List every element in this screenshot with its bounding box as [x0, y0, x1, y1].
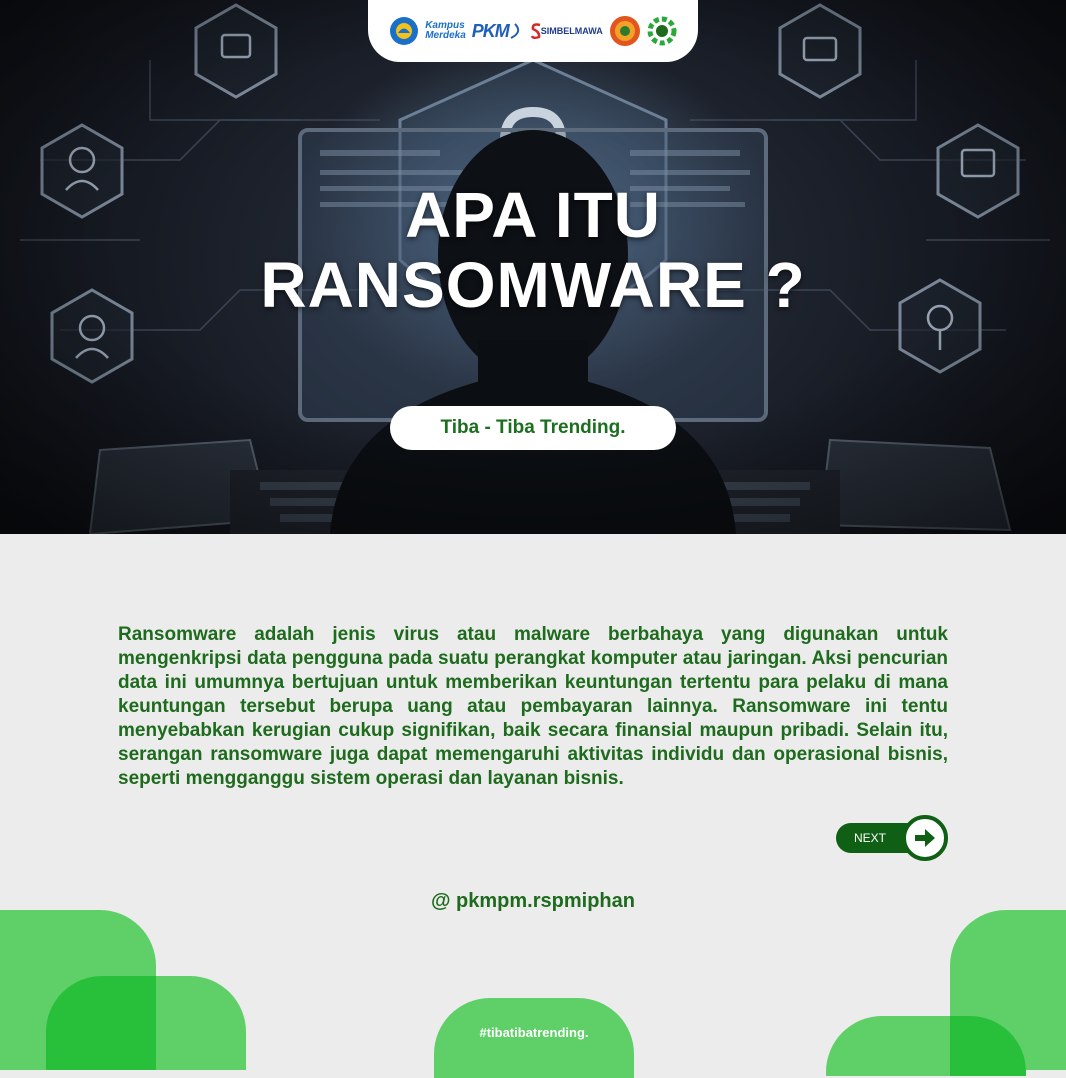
title-line-1: APA ITU [405, 179, 661, 251]
tut-wuri-handayani-icon [389, 16, 419, 46]
kampus-merdeka-text-2: Merdeka [425, 30, 466, 41]
tagline-text: Tiba - Tiba Trending. [440, 417, 626, 438]
pkm-logo: PKM [472, 21, 525, 42]
pkm-swirl-icon [510, 23, 519, 39]
simbelmawa-text: SIMBELMAWA [540, 26, 603, 36]
social-handle: @ pkmpm.rspmiphan [431, 890, 635, 912]
partner-logo-bar: Kampus Merdeka PKM SIMBELMAWA [368, 0, 698, 62]
pkm-logo-text: PKM [471, 20, 510, 41]
description-paragraph: Ransomware adalah jenis virus atau malwa… [118, 624, 948, 789]
kampus-merdeka-logo: Kampus Merdeka [425, 21, 466, 41]
gear-logo-icon [647, 16, 677, 46]
hero-banner: Kampus Merdeka PKM SIMBELMAWA APA ITU RA… [0, 0, 1066, 534]
simbelmawa-s-icon [530, 23, 541, 40]
title-line-2: RANSOMWARE ? [260, 249, 806, 321]
university-seal-icon [609, 15, 641, 47]
arrow-right-icon [915, 829, 935, 847]
hashtag-tab: #tibatibatrending. [434, 998, 634, 1078]
hashtag-text: #tibatibatrending. [479, 1025, 589, 1040]
next-circle[interactable] [902, 815, 948, 861]
page-title: APA ITU RANSOMWARE ? [0, 180, 1066, 320]
next-button[interactable]: NEXT [836, 815, 948, 861]
tagline-badge: Tiba - Tiba Trending. [390, 406, 676, 450]
simbelmawa-logo: SIMBELMAWA [530, 22, 603, 40]
